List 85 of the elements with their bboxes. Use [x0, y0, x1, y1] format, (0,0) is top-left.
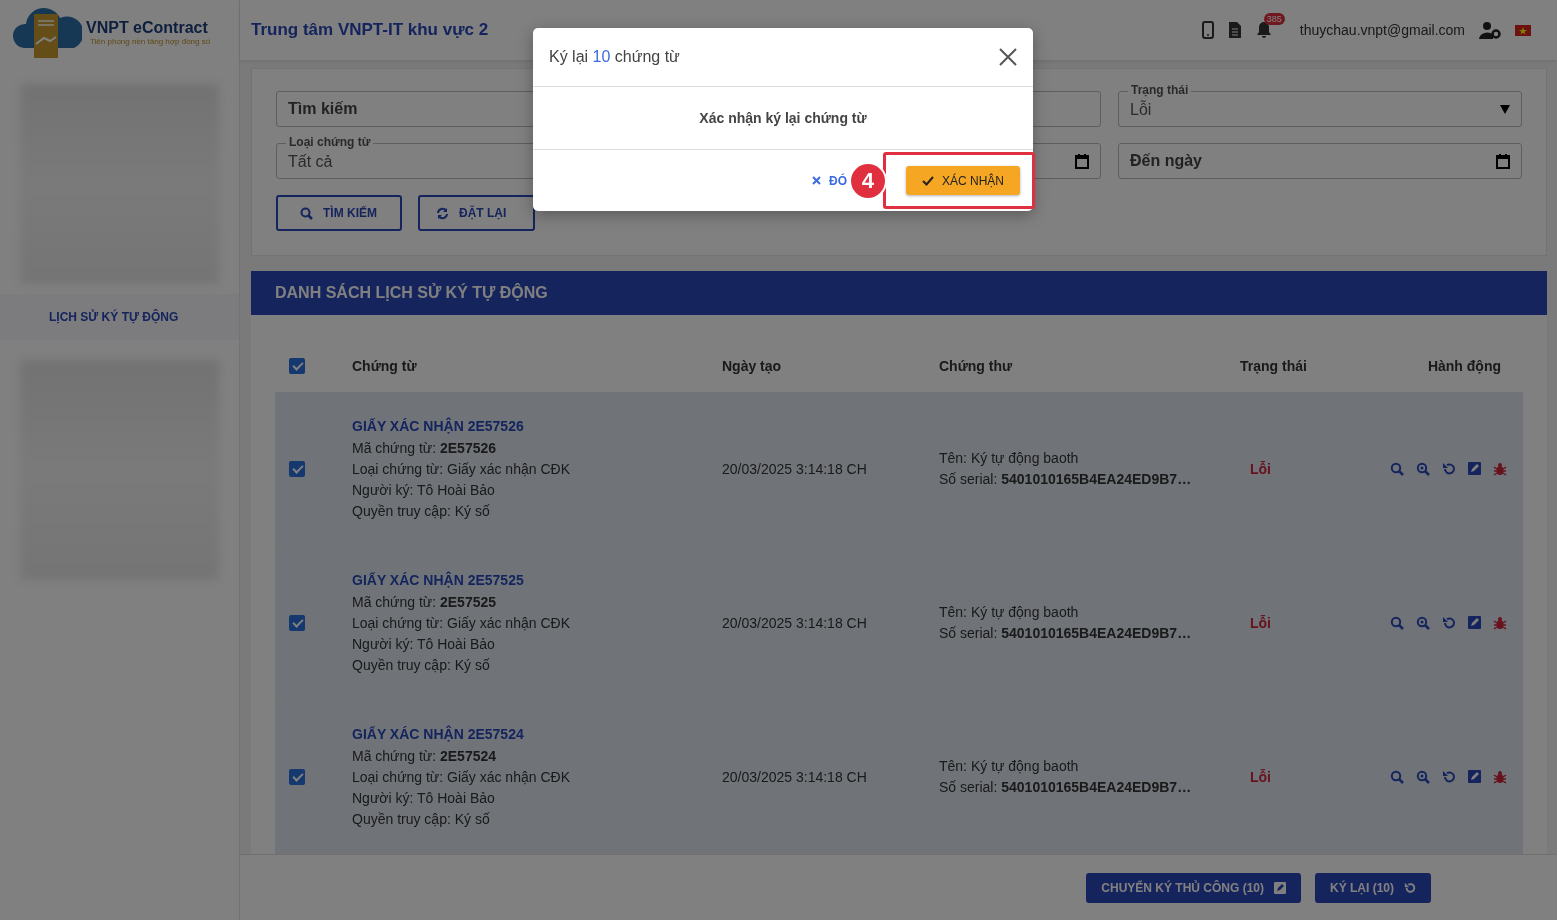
select-all-checkbox[interactable]: [289, 358, 305, 375]
sidebar-item[interactable]: LỊCH SỬ KÝ TỰ ĐỘNG: [0, 294, 239, 340]
user-email[interactable]: thuychau.vnpt@gmail.com: [1299, 22, 1465, 38]
column-header: Hành động: [1426, 358, 1502, 375]
created-date: 20/03/2025 3:14:18 CH: [722, 460, 868, 477]
notification-badge: 385: [1263, 13, 1285, 25]
search-icon[interactable]: [1390, 615, 1404, 630]
undo-icon[interactable]: [1442, 769, 1456, 784]
logo-tagline: Tiên phong nền tảng hợp đồng số: [90, 36, 211, 46]
column-header: Chứng từ: [352, 358, 418, 375]
dialog-title: Ký lại 10 chứng từ: [549, 48, 680, 66]
document-detail: Quyền truy cập: Ký số: [352, 503, 491, 519]
certificate-detail: Số serial: 5401010165B4EA24ED9B7…: [939, 779, 1193, 795]
certificate-detail: Tên: Ký tự động baoth: [939, 450, 1080, 466]
created-date: 20/03/2025 3:14:18 CH: [722, 614, 868, 631]
document-detail: Loại chứng từ: Giấy xác nhận CĐK: [352, 615, 571, 631]
zoom-in-icon[interactable]: [1416, 615, 1430, 630]
confirm-button[interactable]: XÁC NHẬN: [906, 166, 1020, 195]
reset-button[interactable]: ĐẶT LẠI: [418, 195, 535, 231]
caret-icon: [1500, 104, 1510, 114]
bug-icon[interactable]: [1493, 461, 1507, 476]
zoom-in-icon[interactable]: [1416, 769, 1430, 784]
undo-icon[interactable]: [1442, 461, 1456, 476]
close-icon[interactable]: [999, 48, 1017, 66]
edit-icon[interactable]: [1468, 616, 1481, 629]
certificate-detail: Tên: Ký tự động baoth: [939, 604, 1080, 620]
organization-title: Trung tâm VNPT-IT khu vực 2: [251, 20, 489, 40]
document-detail: Mã chứng từ: 2E57525: [352, 594, 498, 610]
document-detail: Loại chứng từ: Giấy xác nhận CĐK: [352, 461, 571, 477]
search-button[interactable]: TÌM KIẾM: [276, 195, 402, 231]
mobile-icon[interactable]: [1201, 21, 1214, 39]
document-detail: Quyền truy cập: Ký số: [352, 811, 491, 827]
bug-icon[interactable]: [1493, 769, 1507, 784]
dialog-message: Xác nhận ký lại chứng từ: [699, 110, 867, 126]
search-icon: [300, 206, 313, 220]
bug-icon[interactable]: [1493, 615, 1507, 630]
to-date-field[interactable]: Đến ngày: [1118, 143, 1522, 179]
logo-name: VNPT eContract: [86, 18, 209, 37]
column-header: Chứng thư: [939, 358, 1014, 375]
user-settings-icon[interactable]: [1479, 21, 1501, 39]
created-date: 20/03/2025 3:14:18 CH: [722, 768, 868, 785]
document-link[interactable]: GIẤY XÁC NHẬN 2E57526: [352, 418, 722, 434]
calendar-icon[interactable]: [1075, 153, 1089, 169]
step-badge: 4: [851, 163, 885, 198]
search-icon[interactable]: [1390, 461, 1404, 476]
refresh-icon: [436, 206, 449, 220]
row-checkbox[interactable]: [289, 460, 305, 477]
document-detail: Quyền truy cập: Ký số: [352, 657, 491, 673]
edit-icon[interactable]: [1468, 462, 1481, 475]
document-detail: Người ký: Tô Hoài Bảo: [352, 482, 496, 498]
certificate-detail: Số serial: 5401010165B4EA24ED9B7…: [939, 471, 1193, 487]
undo-icon[interactable]: [1442, 615, 1456, 630]
bell-icon[interactable]: [1255, 21, 1272, 39]
undo-icon: [1404, 881, 1416, 894]
column-header: Ngày tạo: [722, 358, 783, 375]
column-header: Trạng thái: [1240, 358, 1308, 375]
cancel-button[interactable]: ĐÓ: [810, 173, 849, 188]
row-checkbox[interactable]: [289, 614, 305, 631]
document-detail: Mã chứng từ: 2E57526: [352, 440, 498, 456]
flag-icon[interactable]: [1515, 24, 1531, 36]
search-icon[interactable]: [1390, 769, 1404, 784]
check-icon: [922, 175, 934, 186]
zoom-in-icon[interactable]: [1416, 461, 1430, 476]
document-detail: Người ký: Tô Hoài Bảo: [352, 636, 496, 652]
row-checkbox[interactable]: [289, 768, 305, 785]
document-link[interactable]: GIẤY XÁC NHẬN 2E57525: [352, 572, 722, 588]
manual-sign-button[interactable]: CHUYỂN KÝ THỦ CÔNG (10): [1086, 872, 1301, 903]
close-icon: [812, 176, 821, 185]
edit-icon[interactable]: [1468, 770, 1481, 783]
document-detail: Mã chứng từ: 2E57524: [352, 748, 498, 764]
status-label: Lỗi: [1249, 768, 1272, 785]
field-label: Loại chứng từ: [286, 135, 374, 149]
edit-icon: [1274, 881, 1286, 894]
document-link[interactable]: GIẤY XÁC NHẬN 2E57524: [352, 726, 722, 742]
document-detail: Loại chứng từ: Giấy xác nhận CĐK: [352, 769, 571, 785]
list-title: DANH SÁCH LỊCH SỬ KÝ TỰ ĐỘNG: [275, 283, 548, 302]
calendar-icon[interactable]: [1496, 153, 1510, 169]
resign-button[interactable]: KÝ LẠI (10): [1315, 872, 1431, 903]
certificate-detail: Tên: Ký tự động baoth: [939, 758, 1080, 774]
certificate-detail: Số serial: 5401010165B4EA24ED9B7…: [939, 625, 1193, 641]
document-icon[interactable]: [1227, 21, 1242, 39]
status-label: Lỗi: [1249, 460, 1272, 477]
status-label: Lỗi: [1249, 614, 1272, 631]
field-label: Trạng thái: [1128, 83, 1192, 97]
document-detail: Người ký: Tô Hoài Bảo: [352, 790, 496, 806]
